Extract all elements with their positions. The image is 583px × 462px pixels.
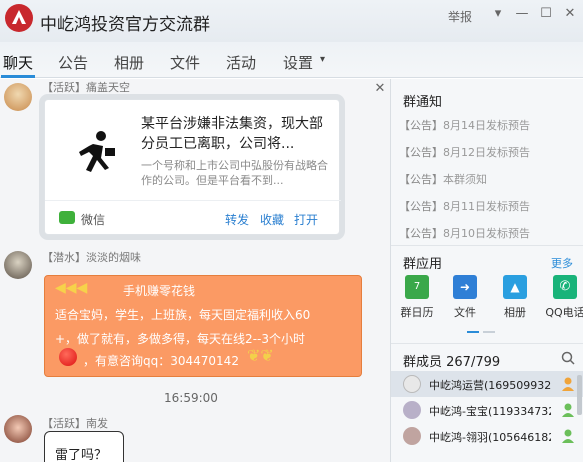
message-bubble[interactable]: 雷了吗？	[44, 431, 124, 462]
members-header: 群成员 267/799	[403, 355, 501, 370]
message-line: ，有意咨询qq：304470142	[83, 354, 239, 368]
article-description: 一个号称和上市公司中弘股份有战略合作的公司。但是平台看不到...	[141, 159, 328, 187]
red-ball-icon	[59, 348, 77, 366]
app-album[interactable]: ▲ 相册	[493, 275, 537, 320]
section-divider	[391, 343, 583, 344]
album-icon: ▲	[503, 275, 527, 299]
calendar-icon: 7	[405, 275, 429, 299]
report-button[interactable]: 举报	[448, 8, 472, 25]
avatar[interactable]	[4, 415, 32, 443]
apps-pager-dot[interactable]	[467, 331, 479, 333]
tab-album[interactable]: 相册	[114, 52, 144, 73]
settings-chevron-icon[interactable]: ▾	[320, 54, 325, 65]
article-title: 某平台涉嫌非法集资，现大部分员工已离职，公司将...	[141, 116, 323, 152]
shared-article-card[interactable]: 某平台涉嫌非法集资，现大部分员工已离职，公司将... 一个号称和上市公司中弘股份…	[44, 99, 341, 235]
notice-item[interactable]: 【公告】本群须知	[399, 171, 487, 187]
message-text: 雷了吗？	[55, 448, 108, 462]
avatar	[403, 375, 421, 393]
message-line: +，做了就有，多做多得，每天在线2--3个小时	[55, 332, 305, 346]
apps-header: 群应用	[403, 257, 443, 272]
close-icon[interactable]: ✕	[562, 6, 578, 22]
running-man-icon	[79, 131, 115, 172]
message-sender[interactable]: 【活跃】南发	[42, 415, 108, 431]
phone-icon: ✆	[553, 275, 577, 299]
member-row[interactable]: 中屹鸿-宝宝(1193347325)	[391, 397, 583, 423]
forward-link[interactable]: 转发	[225, 211, 249, 228]
avatar	[403, 427, 421, 445]
close-popup-icon[interactable]: ✕	[372, 81, 388, 97]
app-phone[interactable]: ✆ QQ电话	[543, 275, 583, 320]
message-timestamp: 16:59:00	[164, 391, 218, 405]
tab-files[interactable]: 文件	[170, 52, 200, 73]
avatar[interactable]	[4, 251, 32, 279]
wheat-icon: ❦❦	[247, 346, 274, 365]
message-bubble[interactable]: ◀◀◀ 手机赚零花钱 适合宝妈，学生，上班族，每天固定福利收入60 +，做了就有…	[44, 275, 362, 377]
admin-icon	[562, 429, 574, 443]
tab-settings[interactable]: 设置	[283, 52, 313, 73]
tab-bar: 聊天 公告 相册 文件 活动 设置 ▾	[0, 42, 583, 78]
app-calendar[interactable]: 7 群日历	[395, 275, 439, 320]
article-footer: 微信 转发 收藏 打开	[45, 200, 341, 235]
owner-icon	[562, 377, 574, 391]
apps-pager-dot[interactable]	[483, 331, 495, 333]
admin-icon	[562, 403, 574, 417]
section-divider	[391, 245, 583, 246]
tab-activity[interactable]: 活动	[226, 52, 256, 73]
notice-item[interactable]: 【公告】8月11日发标预告	[399, 198, 530, 214]
message-sender[interactable]: 【活跃】痛盖天空	[42, 79, 130, 95]
avatar[interactable]	[4, 83, 32, 111]
notice-header: 群通知	[403, 95, 443, 110]
minimize-icon[interactable]: —	[514, 6, 530, 22]
message-sender[interactable]: 【潜水】淡淡的烟味	[42, 249, 141, 265]
notice-item[interactable]: 【公告】8月14日发标预告	[399, 117, 530, 133]
favorite-link[interactable]: 收藏	[260, 211, 284, 228]
tab-chat[interactable]: 聊天	[3, 52, 33, 73]
side-panel: 群通知 【公告】8月14日发标预告 【公告】8月12日发标预告 【公告】本群须知…	[391, 79, 583, 462]
message-line: 适合宝妈，学生，上班族，每天固定福利收入60	[55, 308, 311, 322]
maximize-icon[interactable]: ☐	[538, 6, 554, 22]
group-title: 中屹鸿投资官方交流群	[40, 15, 210, 35]
notice-item[interactable]: 【公告】8月10日发标预告	[399, 225, 530, 241]
member-row[interactable]: 中屹鸿运营(1695099325)	[391, 371, 583, 397]
message-line: 手机赚零花钱	[123, 284, 196, 298]
file-icon: ➜	[453, 275, 477, 299]
avatar	[403, 401, 421, 419]
member-row[interactable]: 中屹鸿-翎羽(1056461821)	[391, 423, 583, 449]
notice-item[interactable]: 【公告】8月12日发标预告	[399, 144, 530, 160]
tab-announcement[interactable]: 公告	[58, 52, 88, 73]
members-scrollbar[interactable]	[577, 375, 582, 415]
open-link[interactable]: 打开	[294, 211, 318, 228]
app-file[interactable]: ➜ 文件	[443, 275, 487, 320]
apps-more-link[interactable]: 更多	[551, 255, 573, 271]
wechat-icon	[59, 211, 75, 224]
active-tab-indicator	[1, 75, 35, 78]
group-logo	[5, 4, 33, 32]
title-bar: 中屹鸿投资官方交流群 举报 ▾ — ☐ ✕	[0, 0, 583, 42]
chat-area[interactable]: 【活跃】痛盖天空 ✕ 某平台涉嫌非法集资，现大部分员工已离职，公司将... 一个…	[0, 79, 390, 462]
search-icon[interactable]	[561, 351, 575, 365]
article-source: 微信	[81, 213, 106, 227]
trumpet-icons: ◀◀◀	[55, 280, 88, 296]
menu-chevron-icon[interactable]: ▾	[490, 6, 506, 22]
